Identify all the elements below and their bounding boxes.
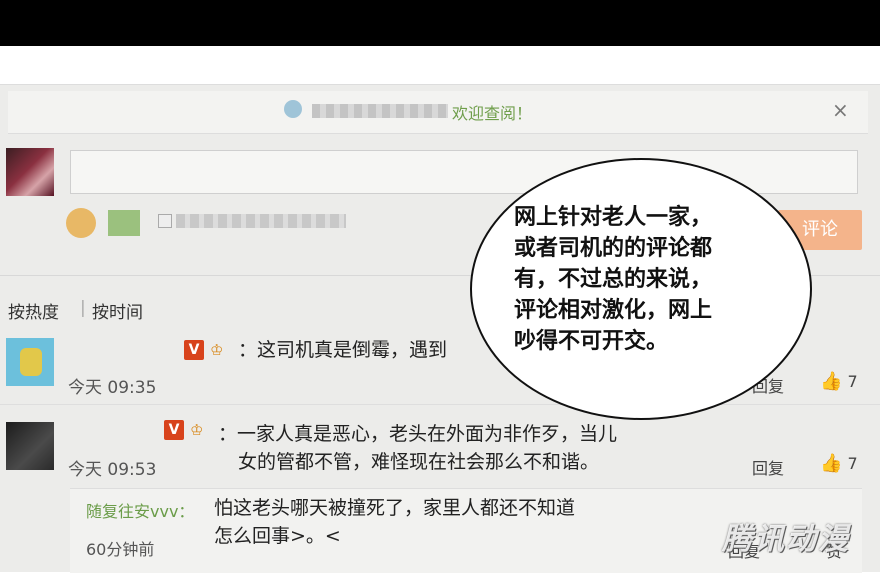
notice-icon: [284, 100, 302, 118]
sort-by-time-tab[interactable]: 按时间: [92, 298, 143, 323]
share-checkbox[interactable]: [158, 214, 172, 228]
verified-badge: V: [184, 340, 204, 360]
comment-text: ：这司机真是倒霉，遇到: [238, 339, 448, 361]
crown-icon: ♔: [210, 341, 224, 359]
reply-time: 60分钟前: [86, 540, 155, 559]
bubble-line: 或者司机的的评论都: [514, 236, 713, 261]
reply-text: 怕这老头哪天被撞死了，家里人都还不知道 怎么回事>。<: [214, 494, 575, 550]
top-black-bar: [0, 0, 880, 46]
thumbs-up-icon: 👍: [820, 453, 843, 474]
notice-username-blurred: [312, 104, 448, 118]
like-button[interactable]: 👍 7: [820, 453, 858, 474]
thumbs-up-icon: 👍: [820, 371, 843, 392]
reply-button[interactable]: 回复: [752, 455, 784, 479]
verified-badge: V: [164, 420, 184, 440]
reply-text-line2: 怎么回事>。<: [214, 525, 341, 547]
comment-time: 今天 09:53: [68, 460, 157, 480]
comment-text-line1: ：一家人真是恶心，老头在外面为非作歹，当儿: [218, 423, 618, 445]
header-strip: [0, 46, 880, 85]
current-user-avatar: [6, 148, 54, 196]
bubble-line: 吵得不可开交。: [514, 329, 669, 354]
comment-avatar[interactable]: [6, 338, 54, 386]
emoji-icon[interactable]: [66, 208, 96, 238]
like-count: 7: [847, 454, 858, 473]
bubble-line: 网上针对老人一家，: [514, 205, 713, 230]
comment-text-line2: 女的管都不管，难怪现在社会那么不和谐。: [238, 451, 600, 473]
image-icon[interactable]: [108, 210, 140, 236]
close-icon[interactable]: ×: [832, 98, 849, 122]
like-count: 7: [847, 372, 858, 391]
comment-avatar[interactable]: [6, 422, 54, 470]
share-label-blurred: [176, 214, 346, 228]
notice-text: 欢迎查阅！: [452, 104, 533, 123]
crown-icon: ♔: [190, 421, 204, 439]
sort-separator: |: [80, 298, 86, 318]
sort-by-hot-tab[interactable]: 按热度: [8, 298, 59, 323]
comment-time: 今天 09:35: [68, 378, 157, 398]
bubble-line: 有，不过总的来说，: [514, 267, 713, 292]
like-button[interactable]: 👍 7: [820, 371, 858, 392]
bubble-line: 评论相对激化，网上: [514, 298, 713, 323]
reply-username[interactable]: 随复往安vvv：: [86, 498, 194, 522]
avatar-face: [20, 348, 42, 376]
speech-bubble-text: 网上针对老人一家， 或者司机的的评论都 有，不过总的来说， 评论相对激化，网上 …: [514, 202, 782, 357]
watermark-logo: 腾讯动漫: [722, 522, 850, 557]
reply-text-line1: 怕这老头哪天被撞死了，家里人都还不知道: [214, 497, 576, 519]
comment-divider: [0, 404, 880, 405]
